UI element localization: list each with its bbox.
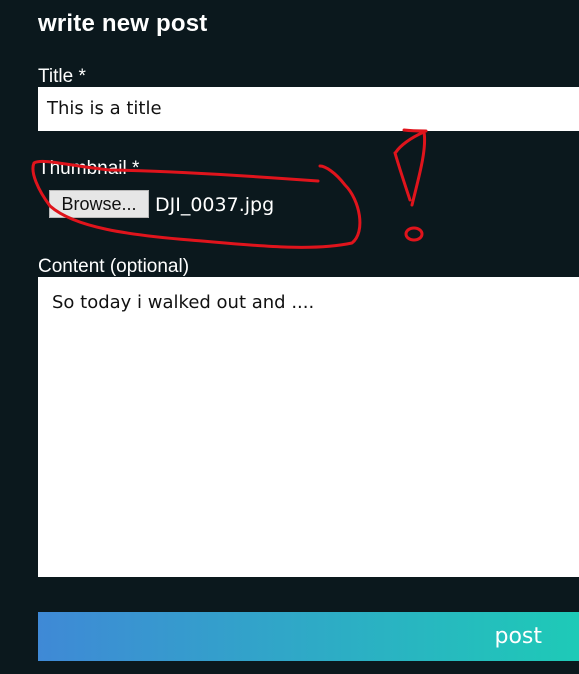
thumbnail-label: Thumbnail * [38, 158, 140, 179]
browse-button[interactable]: Browse... [49, 190, 149, 218]
selected-file-name: DJI_0037.jpg [155, 194, 275, 216]
page-title: write new post [38, 10, 208, 37]
annotation-question-dot [404, 226, 424, 242]
title-input[interactable]: This is a title [38, 87, 579, 131]
content-label: Content (optional) [38, 256, 190, 277]
annotation-question-mark-hook [393, 151, 412, 202]
annotation-question-mark [394, 128, 428, 207]
post-button[interactable]: post [38, 612, 579, 661]
content-textarea[interactable]: So today i walked out and .... [38, 277, 579, 577]
title-label: Title * [38, 66, 86, 87]
